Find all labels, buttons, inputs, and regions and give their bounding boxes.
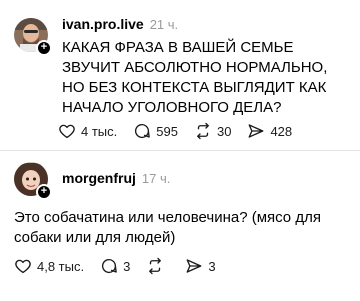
comment-button[interactable]: 595 bbox=[133, 121, 178, 141]
timestamp: 17 ч. bbox=[141, 171, 171, 186]
post-text: Это собачатина или человечина? (мясо для… bbox=[14, 209, 321, 246]
comment-icon bbox=[102, 258, 117, 274]
avatar-container[interactable]: + bbox=[14, 18, 52, 56]
send-icon bbox=[186, 259, 202, 273]
thread-post: + ivan.pro.live 21 ч. КАКАЯ ФРАЗА В ВАШЕ… bbox=[0, 0, 360, 150]
repost-count: 30 bbox=[216, 123, 232, 139]
post-header: morgenfruj 17 ч. bbox=[62, 170, 170, 186]
heart-icon bbox=[59, 124, 75, 139]
username[interactable]: morgenfruj bbox=[62, 170, 136, 186]
repost-button[interactable] bbox=[146, 256, 169, 276]
post-actions: 4 тыс. 595 30 428 bbox=[58, 121, 308, 141]
comment-count: 595 bbox=[156, 123, 178, 139]
post-actions: 4,8 тыс. 3 3 bbox=[14, 256, 232, 276]
follow-plus-icon[interactable]: + bbox=[36, 40, 52, 56]
comment-icon bbox=[135, 123, 151, 139]
share-button[interactable]: 428 bbox=[247, 121, 292, 141]
share-button[interactable]: 3 bbox=[185, 256, 216, 276]
avatar-container[interactable]: + bbox=[14, 162, 52, 200]
post-header: ivan.pro.live 21 ч. bbox=[62, 16, 178, 32]
repost-button[interactable]: 30 bbox=[194, 121, 231, 141]
share-count: 428 bbox=[270, 123, 293, 139]
send-icon bbox=[249, 124, 264, 138]
like-count: 4 тыс. bbox=[81, 123, 118, 139]
heart-icon bbox=[15, 259, 31, 274]
like-count: 4,8 тыс. bbox=[37, 258, 85, 274]
like-button[interactable]: 4,8 тыс. bbox=[14, 256, 84, 276]
repost-icon bbox=[149, 257, 162, 275]
comment-button[interactable]: 3 bbox=[100, 256, 130, 276]
share-count: 3 bbox=[208, 258, 216, 274]
timestamp: 21 ч. bbox=[149, 17, 179, 32]
thread-reply: + morgenfruj 17 ч. Это собачатина или че… bbox=[0, 150, 360, 301]
like-button[interactable]: 4 тыс. bbox=[58, 121, 117, 141]
repost-icon bbox=[197, 122, 209, 140]
follow-plus-icon[interactable]: + bbox=[36, 184, 52, 200]
username[interactable]: ivan.pro.live bbox=[62, 16, 144, 32]
comment-count: 3 bbox=[123, 258, 131, 274]
post-text: КАКАЯ ФРАЗА В ВАШЕЙ СЕМЬЕ ЗВУЧИТ АБСОЛЮТ… bbox=[62, 39, 328, 116]
